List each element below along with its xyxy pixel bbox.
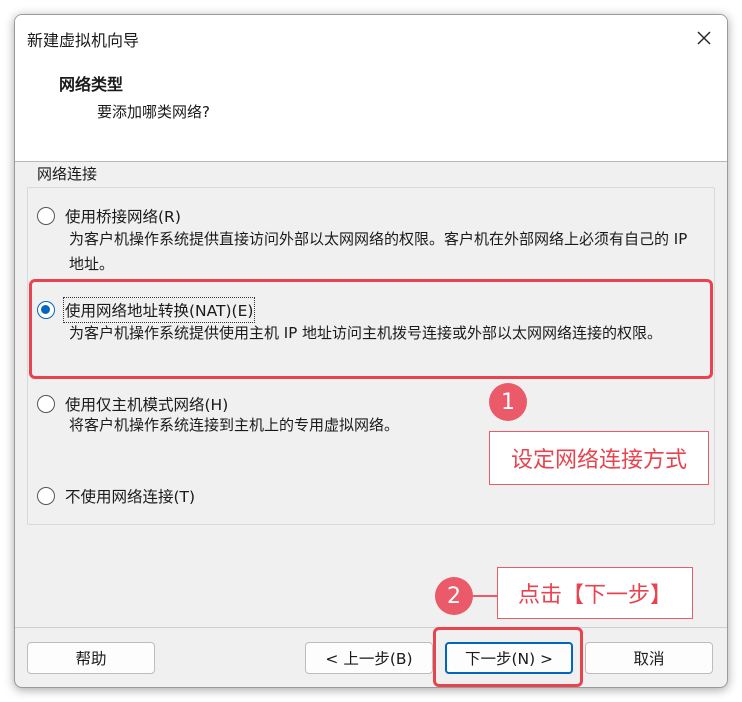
option-bridged-desc: 为客户机操作系统提供直接访问外部以太网网络的权限。客户机在外部网络上必须有自己的… xyxy=(69,230,688,273)
option-bridged-label[interactable]: 使用桥接网络(R) xyxy=(65,205,181,227)
help-button[interactable]: 帮助 xyxy=(27,642,155,674)
cancel-button[interactable]: 取消 xyxy=(585,642,713,674)
radio-bridged[interactable] xyxy=(37,207,55,225)
nat-highlight-box xyxy=(29,279,713,379)
close-icon xyxy=(697,31,711,45)
radio-host-only[interactable] xyxy=(37,395,55,413)
footer-divider xyxy=(15,627,727,628)
new-vm-wizard-dialog: 新建虚拟机向导 网络类型 要添加哪类网络? 网络连接 使用桥接网络(R) 为客户… xyxy=(14,14,728,688)
next-highlight-box xyxy=(433,627,583,687)
page-subtitle: 要添加哪类网络? xyxy=(97,103,210,121)
option-no-network-label[interactable]: 不使用网络连接(T) xyxy=(65,485,195,507)
header-divider xyxy=(15,161,727,162)
step2-connector xyxy=(473,595,497,597)
group-label: 网络连接 xyxy=(33,163,102,184)
step1-callout: 设定网络连接方式 xyxy=(489,431,709,485)
back-button[interactable]: < 上一步(B) xyxy=(305,642,433,674)
window-title: 新建虚拟机向导 xyxy=(27,31,140,50)
title-bar: 新建虚拟机向导 xyxy=(15,15,727,61)
page-title: 网络类型 xyxy=(59,75,124,94)
radio-no-network[interactable] xyxy=(37,487,55,505)
step2-callout: 点击【下一步】 xyxy=(497,567,693,619)
wizard-header: 网络类型 要添加哪类网络? xyxy=(15,61,727,162)
option-host-only-label[interactable]: 使用仅主机模式网络(H) xyxy=(65,393,228,415)
step1-badge: 1 xyxy=(489,383,527,421)
close-button[interactable] xyxy=(681,15,727,61)
step2-badge: 2 xyxy=(435,577,473,615)
